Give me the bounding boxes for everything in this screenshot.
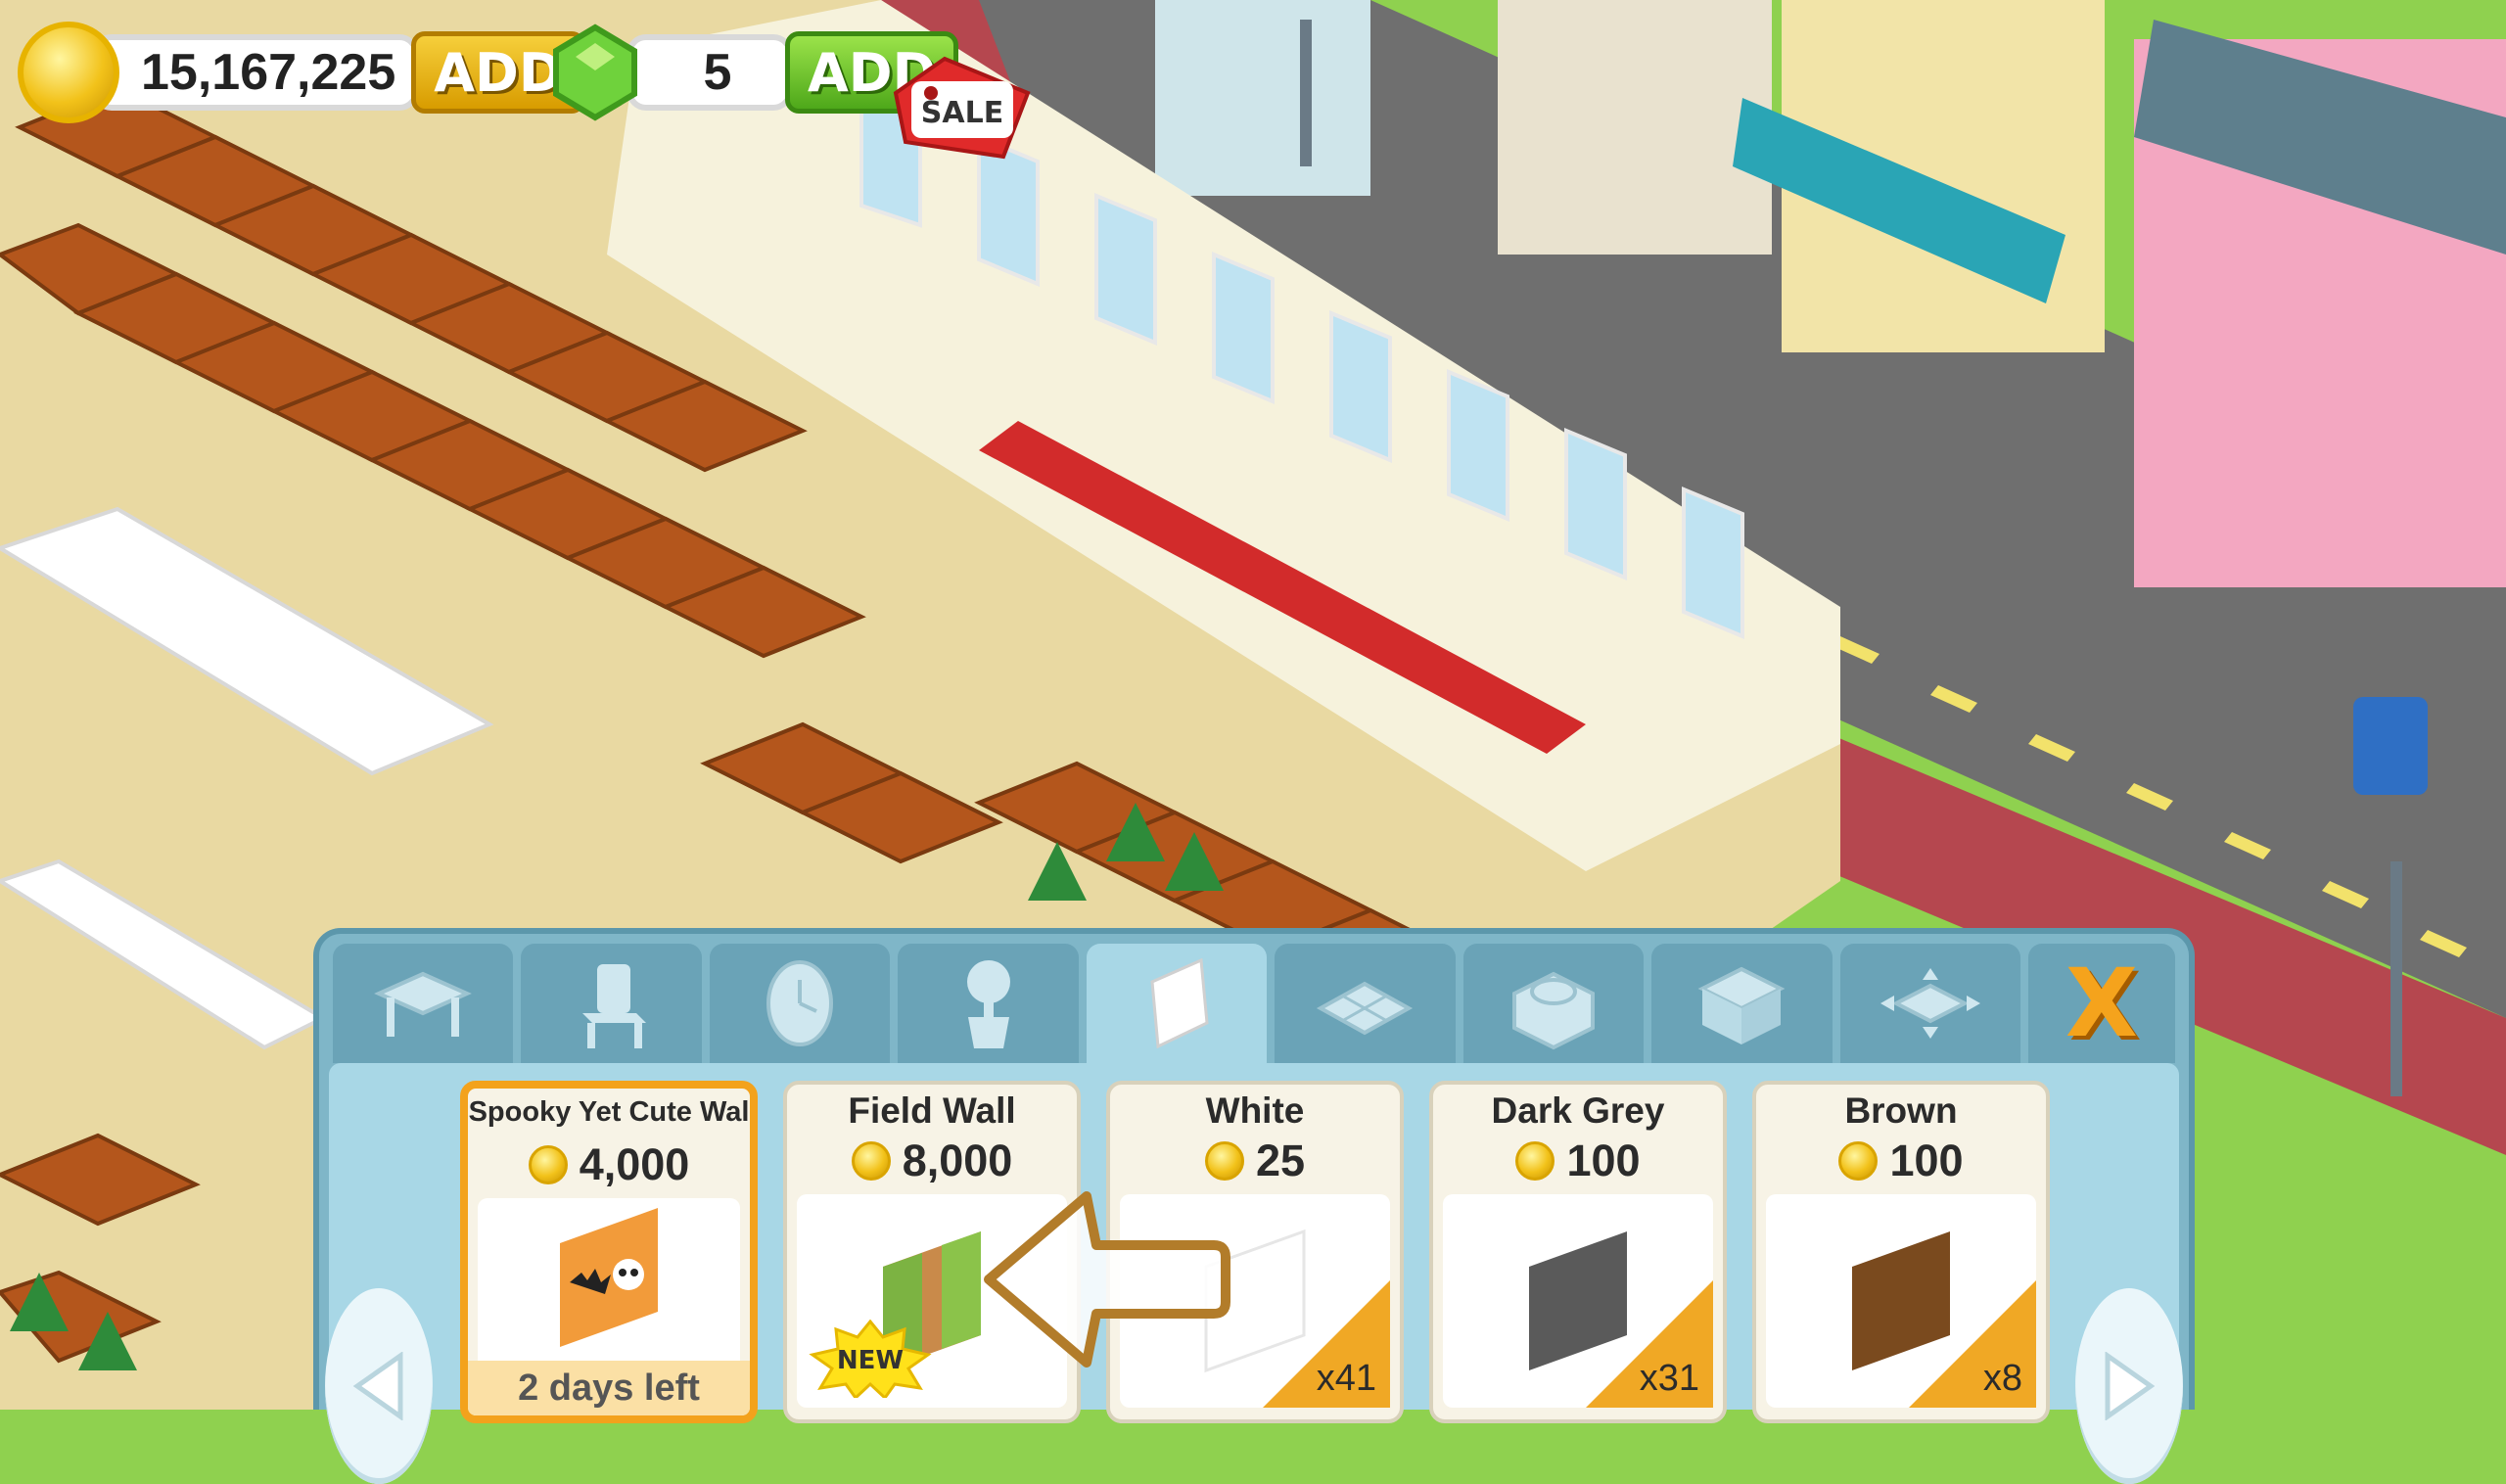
item-price: 100 — [1756, 1136, 2046, 1186]
stove-icon — [1511, 971, 1595, 1050]
coin-icon — [528, 1145, 568, 1184]
item-name: Spooky Yet Cute Wal — [468, 1096, 750, 1128]
table-icon — [374, 971, 473, 1037]
coin-icon — [1515, 1141, 1555, 1181]
close-icon: X — [2065, 949, 2138, 1058]
previous-page-button[interactable] — [325, 1288, 433, 1484]
coin-counter: 15,167,225 ADD — [18, 22, 585, 123]
gem-icon — [553, 23, 637, 121]
sale-tag[interactable]: SALE — [886, 54, 1033, 162]
item-shelf: Spooky Yet Cute Wal 4,000 2 days left Fi… — [325, 1063, 2183, 1484]
coin-icon — [1204, 1141, 1244, 1181]
tab-walls[interactable] — [1086, 944, 1268, 1063]
coin-icon — [851, 1141, 891, 1181]
item-price-value: 25 — [1255, 1136, 1306, 1185]
tutorial-pointer-icon — [984, 1191, 1230, 1368]
item-name: Dark Grey — [1491, 1090, 1665, 1131]
counter-icon — [1697, 966, 1786, 1044]
close-shop-button[interactable]: X — [2027, 944, 2175, 1063]
item-thumbnail-area: x8 — [1766, 1194, 2036, 1408]
floor-tile-icon — [1317, 981, 1414, 1036]
new-badge: NEW — [809, 1320, 932, 1398]
wall-icon — [1150, 957, 1209, 1049]
spooky-wall-thumbnail — [560, 1208, 658, 1347]
tab-chairs[interactable] — [521, 944, 702, 1063]
item-timer: 2 days left — [468, 1361, 750, 1415]
item-price-value: 100 — [1889, 1136, 1964, 1185]
item-price: 8,000 — [787, 1136, 1077, 1186]
item-price: 100 — [1433, 1136, 1723, 1186]
coin-icon — [18, 22, 119, 123]
item-quantity: x41 — [1316, 1358, 1376, 1399]
category-tabs: X — [333, 944, 2175, 1063]
item-price: 4,000 — [468, 1139, 750, 1190]
item-name: Field Wall — [848, 1090, 1016, 1131]
arrow-left-icon — [352, 1352, 403, 1420]
item-quantity: x8 — [1982, 1358, 2022, 1399]
shop-panel: X Spooky Yet Cute Wal 4,000 2 days left … — [313, 928, 2195, 1484]
item-name: Brown — [1844, 1090, 1958, 1131]
tab-decorations[interactable] — [709, 944, 891, 1063]
new-badge-label: NEW — [837, 1346, 904, 1375]
arrow-right-icon — [2105, 1352, 2156, 1420]
item-thumbnail-area: x31 — [1443, 1194, 1713, 1408]
clock-icon — [766, 960, 834, 1046]
coin-icon — [1838, 1141, 1879, 1181]
item-card-brown-wall[interactable]: Brown 100 x8 — [1752, 1081, 2050, 1423]
coin-balance: 15,167,225 — [92, 34, 420, 111]
item-price-value: 100 — [1566, 1136, 1641, 1185]
item-price-value: 8,000 — [902, 1136, 1013, 1185]
tab-floors[interactable] — [1275, 944, 1456, 1063]
tab-tables[interactable] — [333, 944, 514, 1063]
item-card-spooky-wall[interactable]: Spooky Yet Cute Wal 4,000 2 days left — [460, 1081, 758, 1423]
item-price: 25 — [1110, 1136, 1400, 1186]
tab-appliances[interactable] — [1462, 944, 1645, 1063]
tab-expansion[interactable] — [1839, 944, 2020, 1063]
item-price-value: 4,000 — [579, 1139, 690, 1189]
item-cards: Spooky Yet Cute Wal 4,000 2 days left Fi… — [460, 1081, 2054, 1423]
expand-icon — [1880, 968, 1980, 1039]
tab-plants[interactable] — [898, 944, 1079, 1063]
tab-counters[interactable] — [1651, 944, 1833, 1063]
next-page-button[interactable] — [2075, 1288, 2183, 1484]
item-quantity: x31 — [1639, 1358, 1699, 1399]
item-card-dark-grey-wall[interactable]: Dark Grey 100 x31 — [1429, 1081, 1727, 1423]
item-name: White — [1205, 1090, 1305, 1131]
plant-icon — [966, 960, 1010, 1048]
chair-icon — [581, 964, 646, 1048]
sale-label: SALE — [921, 96, 1003, 130]
